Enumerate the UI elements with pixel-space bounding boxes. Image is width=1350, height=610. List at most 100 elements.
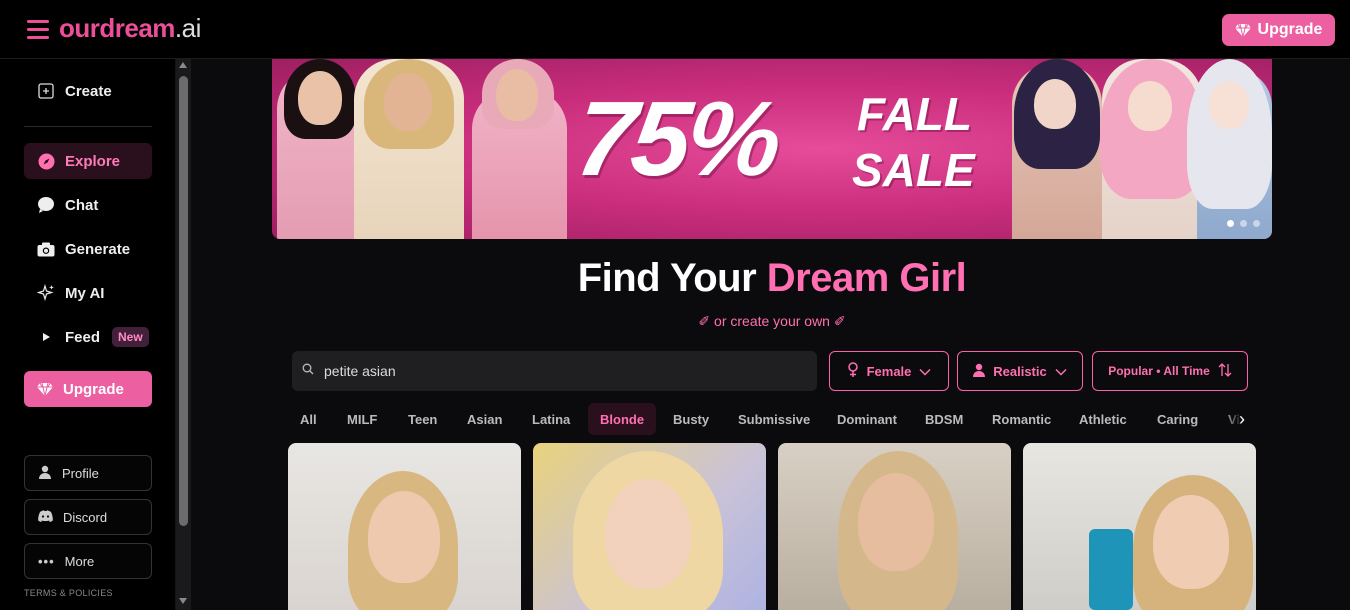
sale-word-sale: SALE <box>852 144 975 196</box>
female-icon <box>847 361 859 381</box>
card-face <box>605 479 691 589</box>
sidebar-item-label: Explore <box>65 152 121 170</box>
sidebar-item-label: Chat <box>65 196 99 214</box>
title-white: Find Your <box>577 256 757 300</box>
discord-icon <box>38 509 53 525</box>
tag-blonde[interactable]: Blonde <box>588 403 657 435</box>
more-label: More <box>64 553 95 569</box>
chat-bubble-icon <box>37 196 55 214</box>
style-filter-label: Realistic <box>993 363 1047 379</box>
style-filter[interactable]: Realistic <box>957 351 1083 391</box>
tag-asian[interactable]: Asian <box>455 403 514 435</box>
diamond-icon <box>1234 23 1251 37</box>
sidebar-item-generate[interactable]: Generate <box>24 231 152 267</box>
character-card[interactable] <box>533 443 766 610</box>
banner-anime-face <box>1209 81 1249 129</box>
banner-model-face <box>384 73 432 131</box>
title-pink: Dream Girl <box>766 256 967 300</box>
banner-anime-face <box>1128 81 1172 131</box>
scroll-up-icon[interactable] <box>179 62 187 68</box>
more-button[interactable]: ••• More <box>24 543 152 579</box>
search-input[interactable] <box>324 363 804 379</box>
ellipsis-icon: ••• <box>38 553 55 569</box>
upgrade-label: Upgrade <box>1257 21 1323 38</box>
page-title: Find Your Dream Girl <box>272 256 1272 301</box>
carousel-dot[interactable] <box>1227 220 1234 227</box>
carousel-dot[interactable] <box>1253 220 1260 227</box>
sidebar-upgrade-button[interactable]: Upgrade <box>24 371 152 407</box>
sort-filter[interactable]: Popular • All Time <box>1092 351 1248 391</box>
sidebar-item-label: Feed <box>65 328 101 346</box>
sidebar-scrollbar[interactable] <box>176 59 191 610</box>
tag-caring[interactable]: Caring <box>1145 403 1210 435</box>
camera-icon <box>37 240 55 258</box>
user-icon <box>38 465 52 482</box>
banner-anime-face <box>1034 79 1076 129</box>
play-icon <box>37 328 55 346</box>
category-tags: All MILF Teen Asian Latina Blonde Busty … <box>288 403 1256 435</box>
banner-model-face <box>496 69 538 121</box>
sidebar-item-explore[interactable]: Explore <box>24 143 152 179</box>
discord-label: Discord <box>63 509 108 525</box>
character-card[interactable] <box>778 443 1011 610</box>
tag-latina[interactable]: Latina <box>520 403 582 435</box>
sidebar-item-chat[interactable]: Chat <box>24 187 152 223</box>
promo-banner[interactable]: 75% FALL SALE <box>272 59 1272 239</box>
sidebar-item-label: My AI <box>65 284 105 302</box>
sidebar-item-label: Generate <box>65 240 131 258</box>
sale-word-fall: FALL <box>857 88 972 140</box>
create-label: Create <box>65 82 112 100</box>
carousel-dot[interactable] <box>1240 220 1247 227</box>
upgrade-button[interactable]: Upgrade <box>1222 14 1335 46</box>
gender-filter[interactable]: Female <box>829 351 949 391</box>
scrollbar-thumb[interactable] <box>179 76 188 526</box>
search-box[interactable] <box>292 351 817 391</box>
sort-filter-label: Popular • All Time <box>1108 364 1210 378</box>
chevron-down-icon <box>919 364 931 379</box>
sidebar: Create Explore Chat Generate My AI Feed … <box>0 59 176 610</box>
tag-athletic[interactable]: Athletic <box>1067 403 1139 435</box>
sidebar-item-feed[interactable]: Feed New <box>24 319 152 355</box>
sale-percent: 75% <box>570 80 784 198</box>
gender-filter-label: Female <box>866 363 912 379</box>
chevron-right-icon[interactable]: › <box>1228 403 1256 435</box>
sparkles-icon <box>37 284 55 302</box>
menu-icon[interactable] <box>27 20 49 39</box>
tag-dominant[interactable]: Dominant <box>825 403 909 435</box>
divider <box>24 126 152 127</box>
card-face <box>1153 495 1229 589</box>
character-card[interactable] <box>288 443 521 610</box>
top-bar: ourdream.ai Upgrade <box>0 0 1350 59</box>
tag-busty[interactable]: Busty <box>661 403 721 435</box>
card-face <box>368 491 440 583</box>
upgrade-label: Upgrade <box>63 380 124 398</box>
new-badge: New <box>112 327 149 347</box>
tag-milf[interactable]: MILF <box>335 403 389 435</box>
character-card[interactable] <box>1023 443 1256 610</box>
profile-button[interactable]: Profile <box>24 455 152 491</box>
tag-teen[interactable]: Teen <box>396 403 449 435</box>
create-own-link[interactable]: ✐ or create your own ✐ <box>272 313 1272 330</box>
search-icon <box>302 362 314 380</box>
banner-model-face <box>298 71 342 125</box>
tag-romantic[interactable]: Romantic <box>980 403 1063 435</box>
profile-label: Profile <box>62 465 99 481</box>
logo[interactable]: ourdream.ai <box>59 13 201 44</box>
sort-arrows-icon <box>1218 362 1232 380</box>
chevron-down-icon <box>1055 364 1067 379</box>
discord-button[interactable]: Discord <box>24 499 152 535</box>
card-face <box>858 473 934 571</box>
create-button[interactable]: Create <box>24 73 152 109</box>
person-icon <box>973 363 986 380</box>
plus-square-icon <box>37 82 55 100</box>
terms-link[interactable]: TERMS & POLICIES <box>24 588 113 598</box>
tag-all[interactable]: All <box>288 403 329 435</box>
sidebar-item-my-ai[interactable]: My AI <box>24 275 152 311</box>
carousel-dots[interactable] <box>1227 220 1260 227</box>
diamond-icon <box>37 382 53 396</box>
phone-image <box>1089 529 1133 610</box>
scroll-down-icon[interactable] <box>179 598 187 604</box>
tag-submissive[interactable]: Submissive <box>726 403 822 435</box>
compass-icon <box>37 152 55 170</box>
tag-bdsm[interactable]: BDSM <box>913 403 975 435</box>
